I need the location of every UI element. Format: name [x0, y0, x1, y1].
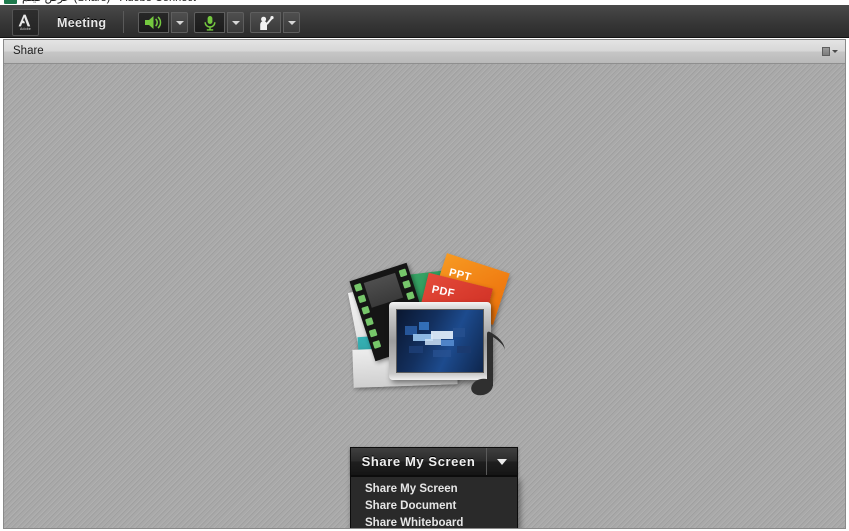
share-pod-title-bar: Share — [4, 40, 845, 64]
microphone-button[interactable] — [194, 12, 225, 33]
chevron-down-icon — [832, 50, 838, 53]
raise-hand-control-group — [250, 12, 300, 33]
menu-item-share-document[interactable]: Share Document — [351, 498, 517, 515]
menu-item-label: Share My Screen — [365, 483, 458, 495]
share-pod-title: Share — [13, 45, 44, 57]
chevron-down-icon — [497, 458, 507, 465]
application-toolbar: Adobe Meeting — [0, 5, 849, 38]
share-dropdown-menu: Share My Screen Share Document Share Whi… — [350, 476, 518, 529]
raise-hand-icon — [260, 15, 274, 30]
chevron-down-icon — [231, 20, 240, 25]
speaker-icon — [145, 16, 162, 29]
microphone-dropdown-arrow[interactable] — [227, 12, 244, 33]
window-icon — [4, 0, 17, 4]
menu-item-share-my-screen[interactable]: Share My Screen — [351, 481, 517, 498]
menu-item-share-whiteboard[interactable]: Share Whiteboard — [351, 515, 517, 529]
menu-item-label: Share Document — [365, 500, 457, 512]
speaker-control-group — [138, 12, 188, 33]
share-content-illustration: PPT PDF — [347, 253, 529, 402]
adobe-connect-window: عرض فیلم (Share) - Adobe Connect Adobe M… — [0, 0, 849, 531]
share-pod-body: PPT PDF Share My Screen Share My Screen … — [4, 64, 845, 528]
os-window-title: عرض فیلم (Share) - Adobe Connect — [22, 0, 196, 4]
music-note-icon — [471, 331, 505, 396]
speaker-dropdown-arrow[interactable] — [171, 12, 188, 33]
toolbar-divider — [123, 11, 124, 33]
share-pod: Share PPT PDF Share My Screen Share My S… — [3, 39, 846, 529]
speaker-button[interactable] — [138, 12, 169, 33]
raise-hand-dropdown-arrow[interactable] — [283, 12, 300, 33]
menu-item-label: Share Whiteboard — [365, 517, 464, 529]
chevron-down-icon — [287, 20, 296, 25]
pod-options-square-icon — [822, 47, 830, 56]
microphone-icon — [203, 15, 216, 31]
microphone-control-group — [194, 12, 244, 33]
menu-meeting[interactable]: Meeting — [57, 16, 106, 30]
adobe-logo-word: Adobe — [19, 27, 32, 31]
raise-hand-button[interactable] — [250, 12, 281, 33]
chevron-down-icon — [175, 20, 184, 25]
share-my-screen-button-main[interactable]: Share My Screen — [351, 448, 486, 475]
adobe-logo: Adobe — [12, 9, 39, 36]
share-my-screen-button-label: Share My Screen — [361, 454, 476, 469]
share-my-screen-dropdown-arrow[interactable] — [486, 448, 517, 475]
pod-options-icon[interactable] — [822, 47, 838, 56]
share-my-screen-button[interactable]: Share My Screen — [350, 447, 518, 476]
pdf-label: PDF — [430, 283, 456, 300]
